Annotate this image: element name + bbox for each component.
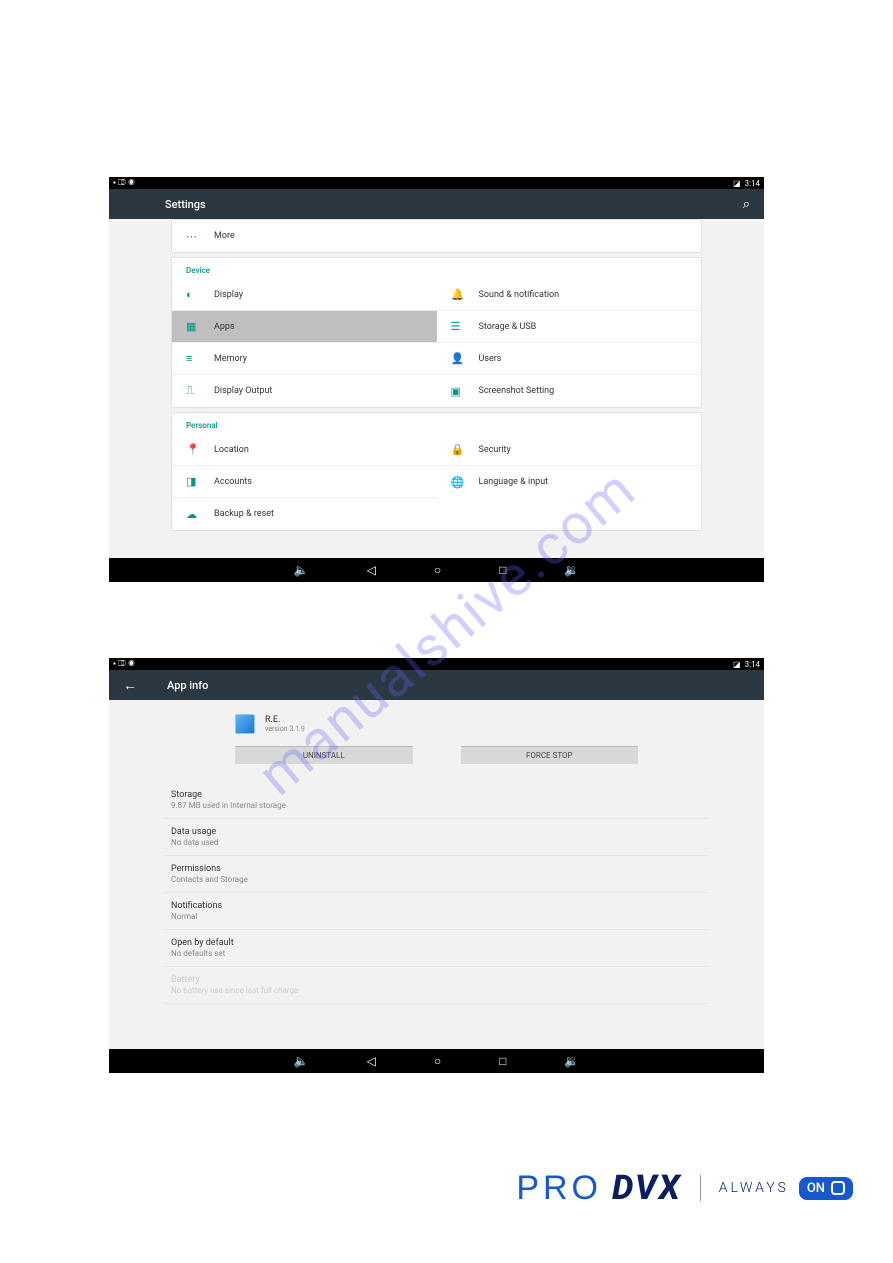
settings-item-screenshot[interactable]: ▣Screenshot Setting — [437, 375, 702, 407]
page-title: Settings — [165, 198, 206, 211]
settings-screenshot: ▪ ⎄ ◉ ◪3:14 Settings ⌕ ⋯ More Device ◐Di… — [109, 177, 764, 582]
status-time: 3:14 — [745, 179, 760, 188]
app-version: version 3.1.9 — [265, 725, 305, 733]
info-item: BatteryNo battery use since last full ch… — [165, 967, 708, 1004]
info-item[interactable]: Storage9.87 MB used in Internal storage — [165, 782, 708, 819]
info-item[interactable]: Data usageNo data used — [165, 819, 708, 856]
storage-icon: ☰ — [451, 320, 479, 333]
force-stop-button[interactable]: FORCE STOP — [461, 746, 639, 764]
page-title-2: App info — [167, 679, 208, 692]
app-icon — [235, 714, 255, 734]
category-personal: Personal — [172, 413, 701, 434]
display-output-icon: ⎍ — [186, 384, 214, 398]
action-bar-2: ← App info — [109, 670, 764, 700]
settings-item-display[interactable]: ◐Display — [172, 279, 437, 311]
nav-volume-icon[interactable]: 🔈 — [294, 563, 309, 577]
footer-logo: PRO DVX ALWAYS ON — [516, 1168, 853, 1208]
category-device: Device — [172, 258, 701, 279]
info-item[interactable]: PermissionsContacts and Storage — [165, 856, 708, 893]
settings-item-security[interactable]: 🔒Security — [437, 434, 702, 466]
info-item[interactable]: Open by defaultNo defaults set — [165, 930, 708, 967]
users-icon: 👤 — [451, 352, 479, 365]
location-icon: 📍 — [186, 443, 214, 456]
settings-item-display-output[interactable]: ⎍Display Output — [172, 375, 437, 407]
apps-icon: ▦ — [186, 320, 214, 333]
settings-item-storage[interactable]: ☰Storage & USB — [437, 311, 702, 343]
appinfo-screenshot: ▪ ⎄ ◉ ◪3:14 ← App info R.E. version 3.1.… — [109, 658, 764, 1073]
nav-home-icon[interactable]: ○ — [434, 1054, 441, 1068]
settings-item-apps[interactable]: ▦Apps — [172, 311, 437, 343]
nav-screenshot-icon[interactable]: 🔉 — [564, 563, 579, 577]
settings-item-memory[interactable]: ≡Memory — [172, 343, 437, 375]
sound-icon: 🔔 — [451, 288, 479, 301]
status-bar-2: ▪ ⎄ ◉ ◪3:14 — [109, 658, 764, 670]
display-icon: ◐ — [186, 288, 214, 301]
security-icon: 🔒 — [451, 443, 479, 456]
back-icon[interactable]: ← — [123, 677, 137, 694]
nav-home-icon[interactable]: ○ — [434, 563, 441, 577]
status-icons-left: ▪ ⎄ ◉ — [113, 178, 135, 188]
app-name: R.E. — [265, 715, 305, 725]
settings-more[interactable]: ⋯ More — [172, 220, 701, 252]
settings-item-sound[interactable]: 🔔Sound & notification — [437, 279, 702, 311]
settings-item-language[interactable]: 🌐Language & input — [437, 466, 702, 498]
accounts-icon: ◨ — [186, 475, 214, 488]
settings-item-accounts[interactable]: ◨Accounts — [172, 466, 437, 498]
action-bar: Settings ⌕ — [109, 189, 764, 219]
nav-back-icon[interactable]: ◁ — [367, 1054, 376, 1068]
nav-bar: 🔈 ◁ ○ □ 🔉 — [109, 558, 764, 582]
status-bar: ▪ ⎄ ◉ ◪3:14 — [109, 177, 764, 189]
memory-icon: ≡ — [186, 352, 214, 365]
search-icon[interactable]: ⌕ — [743, 197, 750, 212]
settings-item-location[interactable]: 📍Location — [172, 434, 437, 466]
settings-item-backup[interactable]: ☁Backup & reset — [172, 498, 437, 530]
info-item[interactable]: NotificationsNormal — [165, 893, 708, 930]
nav-screenshot-icon[interactable]: 🔉 — [564, 1054, 579, 1068]
nav-back-icon[interactable]: ◁ — [367, 563, 376, 577]
app-header: R.E. version 3.1.9 — [165, 708, 708, 740]
settings-item-users[interactable]: 👤Users — [437, 343, 702, 375]
nav-volume-icon[interactable]: 🔈 — [294, 1054, 309, 1068]
uninstall-button[interactable]: UNINSTALL — [235, 746, 413, 764]
more-icon: ⋯ — [186, 230, 214, 243]
nav-recent-icon[interactable]: □ — [499, 563, 506, 577]
nav-recent-icon[interactable]: □ — [499, 1054, 506, 1068]
language-icon: 🌐 — [451, 476, 479, 489]
nav-bar-2: 🔈 ◁ ○ □ 🔉 — [109, 1049, 764, 1073]
screenshot-icon: ▣ — [451, 385, 479, 398]
backup-icon: ☁ — [186, 508, 214, 521]
